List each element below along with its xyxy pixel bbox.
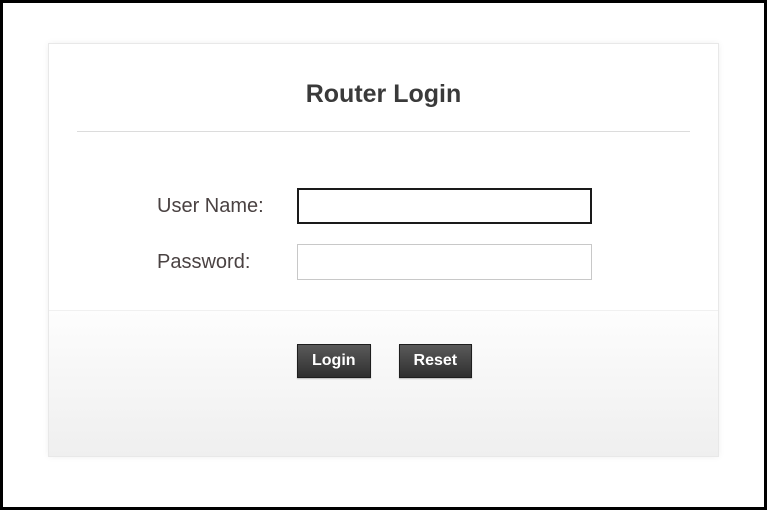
password-label: Password: <box>157 251 297 274</box>
button-row: Login Reset <box>49 344 718 378</box>
username-label: User Name: <box>157 195 297 218</box>
username-row: User Name: <box>49 188 718 224</box>
login-button[interactable]: Login <box>297 344 371 378</box>
password-row: Password: <box>49 244 718 280</box>
reset-button[interactable]: Reset <box>399 344 473 378</box>
title-area: Router Login <box>49 44 718 131</box>
login-card: Router Login User Name: Password: Login … <box>48 43 719 457</box>
password-input[interactable] <box>297 244 592 280</box>
username-input[interactable] <box>297 188 592 224</box>
button-background <box>49 310 718 456</box>
page-title: Router Login <box>49 80 718 109</box>
login-form: User Name: Password: <box>49 132 718 280</box>
